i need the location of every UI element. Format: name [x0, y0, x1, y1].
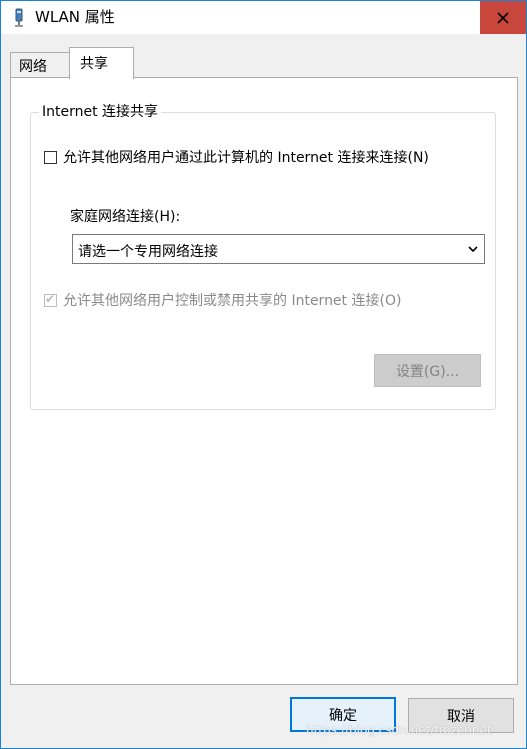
allow-connect-checkbox[interactable]	[44, 150, 57, 164]
home-network-select[interactable]: 请选一个专用网络连接	[72, 234, 485, 264]
settings-button-label: 设置(G)...	[395, 363, 460, 380]
settings-button: 设置(G)...	[374, 354, 481, 387]
tab-network-label: 网络	[19, 59, 47, 75]
tab-sharing[interactable]: 共享	[69, 47, 134, 79]
network-adapter-icon	[15, 8, 23, 27]
allow-connect-option[interactable]: 允许其他网络用户通过此计算机的 Internet 连接来连接(N)	[44, 147, 429, 167]
home-network-select-value: 请选一个专用网络连接	[78, 244, 218, 260]
tab-network[interactable]: 网络	[10, 52, 71, 78]
allow-connect-label: 允许其他网络用户通过此计算机的 Internet 连接来连接(N)	[63, 150, 429, 166]
properties-dialog: WLAN 属性 网络 共享 Internet 连接共享 允许其他网络用户通过此计…	[0, 0, 527, 749]
window-title: WLAN 属性	[35, 8, 115, 26]
ok-button-label: 确定	[329, 707, 357, 724]
close-icon	[497, 11, 509, 24]
watermark: https://blog.csdn.net/frozennet	[306, 723, 492, 737]
tab-sharing-label: 共享	[80, 56, 108, 72]
chevron-down-icon	[468, 246, 478, 253]
sharing-tab-panel: Internet 连接共享 允许其他网络用户通过此计算机的 Internet 连…	[10, 77, 518, 685]
checkmark-icon: ✔	[45, 291, 56, 306]
close-button[interactable]	[480, 1, 526, 34]
allow-control-label: 允许其他网络用户控制或禁用共享的 Internet 连接(O)	[63, 293, 402, 309]
title-bar[interactable]: WLAN 属性	[1, 1, 526, 34]
home-network-label: 家庭网络连接(H):	[70, 209, 181, 225]
ics-group-title: Internet 连接共享	[39, 104, 162, 120]
allow-control-option: ✔ 允许其他网络用户控制或禁用共享的 Internet 连接(O)	[44, 290, 401, 310]
allow-control-checkbox: ✔	[44, 291, 57, 307]
